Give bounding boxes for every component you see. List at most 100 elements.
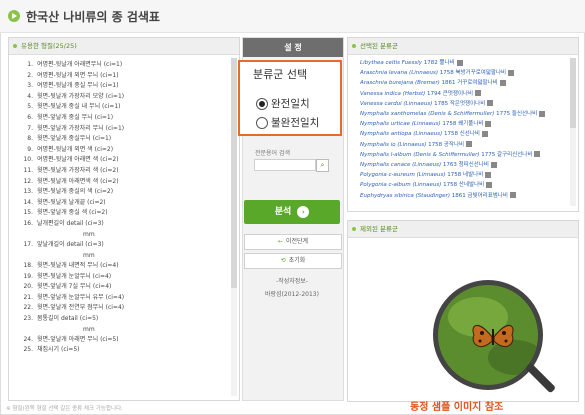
scrollbar[interactable] bbox=[570, 58, 576, 206]
trait-number: 5. bbox=[27, 103, 33, 111]
trait-item[interactable]: 1. 여명편-뒷날개 아래면무늬 (ci=1) bbox=[17, 60, 227, 71]
previous-step-button[interactable]: ← 이전단계 bbox=[244, 234, 342, 250]
species-item[interactable]: Nymphalis xanthomelas (Denis & Schifferm… bbox=[360, 109, 565, 119]
trait-item[interactable]: 5. 윗면-뒷날개 중실 내 무늬 (ci=1) bbox=[17, 102, 227, 113]
trait-item[interactable]: 25. 채집시기 (ci=5) bbox=[17, 345, 227, 356]
trait-label: 윗면-뒷날개 아래면색 색 (ci=2) bbox=[37, 177, 119, 185]
trait-number: 10. bbox=[23, 156, 33, 164]
radio-button-checked[interactable] bbox=[256, 98, 268, 110]
species-scientific-name: Araschnia levana (Linnaeus) bbox=[360, 70, 439, 77]
sample-image-caption: 동정 샘플 이미지 참조 bbox=[410, 402, 504, 413]
species-common-name: 1758 신선나비 bbox=[442, 131, 480, 138]
species-item[interactable]: Vanessa cardui (Linnaeus) 1785 작은멋쟁이나비 bbox=[360, 99, 565, 109]
trait-label: 윗면-뒷날개 날개끝 (ci=2) bbox=[37, 198, 106, 206]
species-item[interactable]: Araschnia levana (Linnaeus) 1758 북방거꾸로여덟… bbox=[360, 68, 565, 78]
trait-item[interactable]: 2. 여명편-뒷날개 외면 무늬 (ci=1) bbox=[17, 71, 227, 82]
species-item[interactable]: Nymphalis io (Linnaeus) 1758 공작나비 bbox=[360, 140, 565, 150]
trait-item[interactable]: 9. 여명편-뒷날개 외면 색 (ci=2) bbox=[17, 145, 227, 156]
trait-item[interactable]: 14. 윗면-뒷날개 날개끝 (ci=2) bbox=[17, 198, 227, 209]
scrollbar-thumb[interactable] bbox=[231, 58, 237, 288]
trait-item[interactable]: 19. 윗면-뒷날개 눈알무늬 (ci=4) bbox=[17, 272, 227, 283]
trait-label: 윗면-뒷날개 가장자리 모양 (ci=1) bbox=[37, 92, 125, 100]
search-button[interactable]: ⌕ bbox=[316, 159, 329, 172]
edit-icon[interactable] bbox=[487, 100, 494, 107]
trait-item[interactable]: 21. 윗면-앞날개 눈알무늬 유무 (ci=4) bbox=[17, 293, 227, 304]
trait-item[interactable]: 3. 여명편-뒷날개 중실 무늬 (ci=1) bbox=[17, 81, 227, 92]
reset-button[interactable]: ⟲ 초기화 bbox=[244, 253, 342, 269]
radio-exact-match[interactable]: 완전일치 bbox=[256, 96, 310, 110]
trait-item[interactable]: 15. 윗면-앞날개 중실 색 (ci=2) bbox=[17, 208, 227, 219]
trait-item[interactable]: 23. 몸통길이 detail (ci=5) mm bbox=[17, 314, 227, 335]
trait-unit: mm bbox=[83, 325, 95, 333]
trait-item[interactable]: 18. 윗면-뒷날개 내면적 무늬 (ci=4) bbox=[17, 261, 227, 272]
species-scientific-name: Vanessa cardui (Linnaeus) bbox=[360, 100, 433, 107]
trait-number: 9. bbox=[27, 145, 33, 153]
radio-label: 완전일치 bbox=[271, 98, 310, 110]
species-common-name: 1758 북방거꾸로여덟팔나비 bbox=[438, 70, 507, 77]
edit-icon[interactable] bbox=[534, 151, 541, 158]
trait-number: 20. bbox=[23, 283, 33, 291]
species-item[interactable]: Vanessa indica (Herbst) 1794 큰멋쟁이나비 bbox=[360, 89, 565, 99]
edit-icon[interactable] bbox=[509, 192, 516, 199]
trait-number: 11. bbox=[23, 166, 33, 174]
species-common-name: 1758 공작나비 bbox=[426, 141, 465, 148]
edit-icon[interactable] bbox=[456, 59, 463, 66]
trait-item[interactable]: 20. 윗면-앞날개 7실 무늬 (ci=4) bbox=[17, 282, 227, 293]
species-scientific-name: Nymphalis antiopa (Linnaeus) bbox=[360, 131, 443, 138]
species-item[interactable]: Libythea celtis Fuessly 1782 뿔나비 bbox=[360, 58, 565, 68]
trait-item[interactable]: 7. 윗면-앞날개 가장자리 무늬 (ci=1) bbox=[17, 124, 227, 135]
trait-label: 앞날개길이 detail (ci=3) bbox=[37, 240, 104, 248]
trait-item[interactable]: 24. 윗면-앞날개 아래면 무늬 (ci=5) bbox=[17, 335, 227, 346]
species-common-name: 1861 거꾸로여덟팔나비 bbox=[439, 80, 498, 87]
trait-item[interactable]: 16. 날개편길이 detail (ci=3) mm bbox=[17, 219, 227, 240]
trait-label: 여명편-뒷날개 외면 색 (ci=2) bbox=[37, 145, 114, 153]
scrollbar-thumb[interactable] bbox=[570, 58, 576, 128]
edit-icon[interactable] bbox=[508, 69, 515, 76]
scrollbar[interactable] bbox=[231, 58, 237, 396]
trait-item[interactable]: 11. 윗면-뒷날개 가장자리 색 (ci=2) bbox=[17, 166, 227, 177]
selection-title: 분류군 선택 bbox=[253, 68, 308, 81]
trait-number: 6. bbox=[27, 113, 33, 121]
species-item[interactable]: Araschnia burejana (Bremer) 1861 거꾸로여덟팔나… bbox=[360, 78, 565, 88]
species-item[interactable]: Euphydryas sibirica (Staudinger) 1861 금빛… bbox=[360, 191, 565, 201]
settings-heading: 설 정 bbox=[243, 38, 343, 57]
species-item[interactable]: Nymphalis canace (Linnaeus) 1763 청띠신선나비 bbox=[360, 160, 565, 170]
analyze-button[interactable]: 분석 › bbox=[244, 200, 340, 224]
species-scientific-name: Nymphalis l-album (Denis & Schiffermulle… bbox=[360, 151, 480, 158]
species-item[interactable]: Polygonia c-aureum (Linnaeus) 1758 네발나비 bbox=[360, 170, 565, 180]
edit-icon[interactable] bbox=[485, 120, 492, 127]
edit-icon[interactable] bbox=[499, 79, 506, 86]
radio-button[interactable] bbox=[256, 117, 268, 129]
species-item[interactable]: Polygonia c-album (Linnaeus) 1758 산네발나비 bbox=[360, 180, 565, 190]
trait-item[interactable]: 13. 윗면-뒷날개 중실의 색 (ci=2) bbox=[17, 187, 227, 198]
radio-partial-match[interactable]: 불완전일치 bbox=[256, 115, 319, 129]
butterfly-icon bbox=[472, 325, 514, 347]
species-item[interactable]: Nymphalis antiopa (Linnaeus) 1758 신선나비 bbox=[360, 129, 565, 139]
edit-icon[interactable] bbox=[475, 90, 482, 97]
previous-step-label: 이전단계 bbox=[285, 238, 309, 245]
edit-icon[interactable] bbox=[481, 130, 488, 137]
arrow-left-icon: ← bbox=[277, 238, 283, 245]
edit-icon[interactable] bbox=[485, 171, 492, 178]
trait-item[interactable]: 6. 윗면-앞날개 중실 무늬 (ci=1) bbox=[17, 113, 227, 124]
trait-label: 여명편-뒷날개 아래면무늬 (ci=1) bbox=[37, 61, 123, 68]
edit-icon[interactable] bbox=[486, 181, 493, 188]
trait-item[interactable]: 12. 윗면-뒷날개 아래면색 색 (ci=2) bbox=[17, 177, 227, 188]
panel-heading: 유용한 형질(25/25) bbox=[9, 38, 239, 55]
species-item[interactable]: Nymphalis l-album (Denis & Schiffermulle… bbox=[360, 150, 565, 160]
edit-icon[interactable] bbox=[539, 110, 546, 117]
trait-item[interactable]: 8. 윗면-앞날개 중실무늬 (ci=1) bbox=[17, 134, 227, 145]
edit-icon[interactable] bbox=[490, 161, 497, 168]
trait-number: 8. bbox=[27, 135, 33, 143]
trait-item[interactable]: 17. 앞날개길이 detail (ci=3) mm bbox=[17, 240, 227, 261]
trait-item[interactable]: 4. 윗면-뒷날개 가장자리 모양 (ci=1) bbox=[17, 92, 227, 103]
edit-icon[interactable] bbox=[466, 141, 473, 148]
species-item[interactable]: Nymphalis urticae (Linnaeus) 1758 쐐기풀나비 bbox=[360, 119, 565, 129]
sample-image-magnifier[interactable] bbox=[433, 280, 543, 390]
trait-item[interactable]: 22. 윗면-앞날개 전연부 점무늬 (ci=4) bbox=[17, 303, 227, 314]
trait-number: 19. bbox=[23, 272, 33, 280]
trait-number: 24. bbox=[23, 335, 33, 343]
trait-item[interactable]: 10. 여명편-뒷날개 아래면 색 (ci=2) bbox=[17, 155, 227, 166]
trait-label: 윗면-뒷날개 눈알무늬 (ci=4) bbox=[37, 272, 112, 280]
term-search-input[interactable] bbox=[254, 159, 316, 171]
